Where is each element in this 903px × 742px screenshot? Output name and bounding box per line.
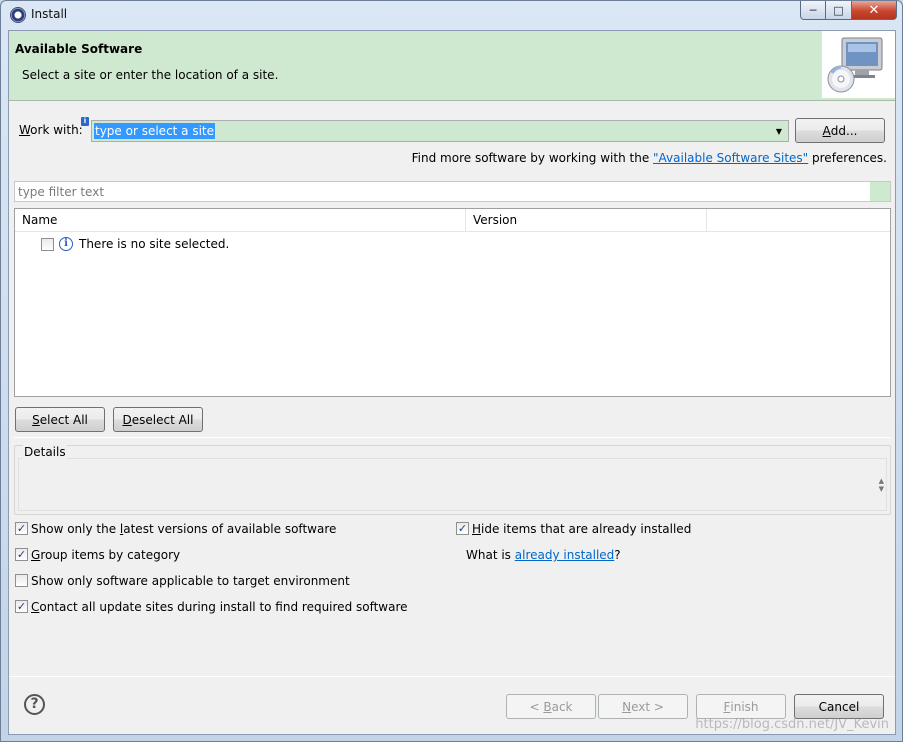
work-with-input[interactable]: type or select a site <box>94 123 216 139</box>
latest-versions-checkbox[interactable]: ✓ <box>15 522 28 535</box>
filter-input[interactable]: type filter text <box>14 181 891 202</box>
row-checkbox[interactable] <box>41 238 54 251</box>
page-title: Available Software <box>15 42 143 56</box>
select-all-mnemonic: S <box>32 412 40 427</box>
install-window: Install ─ □ ✕ Available Software Select … <box>0 0 903 742</box>
table-row[interactable]: i There is no site selected. <box>15 233 890 253</box>
minimize-icon: ─ <box>809 3 817 17</box>
software-table: Name Version i There is no site selected… <box>14 208 891 397</box>
next-label: ext > <box>631 699 664 714</box>
group-by-category-label: Group items by category <box>31 548 180 562</box>
hide-installed-mnemonic: H <box>472 522 482 536</box>
details-group: ▲ ▼ Details <box>14 445 891 515</box>
group-by-category-text: roup items by category <box>40 548 181 562</box>
header-image <box>821 31 895 98</box>
dialog-body: Available Software Select a site or ente… <box>8 30 896 735</box>
work-with-label: Work with: <box>19 123 83 137</box>
close-icon: ✕ <box>868 2 880 18</box>
what-is-question: ? <box>614 548 621 562</box>
watermark: https://blog.csdn.net/JV_Kevin <box>695 717 889 732</box>
window-title: Install <box>31 7 68 21</box>
page-description: Select a site or enter the location of a… <box>22 68 279 82</box>
select-all-label: elect All <box>39 412 88 427</box>
footer-separator <box>9 676 895 677</box>
add-mnemonic: A <box>822 123 831 138</box>
deselect-all-button[interactable]: Deselect All <box>113 407 203 432</box>
latest-versions-text-1: Show only the <box>31 522 120 536</box>
row-label: There is no site selected. <box>79 237 230 251</box>
info-icon: i <box>59 237 73 251</box>
clear-filter-icon[interactable] <box>870 182 890 201</box>
contact-sites-text: ontact all update sites during install t… <box>39 600 408 614</box>
finish-label: inish <box>730 699 759 714</box>
back-label: ack <box>551 699 573 714</box>
hide-installed-checkbox[interactable]: ✓ <box>456 522 469 535</box>
details-label: Details <box>23 445 67 459</box>
column-version[interactable]: Version <box>466 209 707 232</box>
scroll-arrows-icon[interactable]: ▲ ▼ <box>879 477 884 493</box>
cancel-button[interactable]: Cancel <box>794 694 884 719</box>
details-text-area[interactable]: ▲ ▼ <box>18 458 887 511</box>
dropdown-arrow-icon[interactable]: ▼ <box>771 122 787 140</box>
group-by-category-mnemonic: G <box>31 548 41 562</box>
already-installed-link[interactable]: already installed <box>515 548 615 562</box>
what-is-text: What is <box>466 548 515 562</box>
title-bar[interactable]: Install ─ □ ✕ <box>1 1 902 29</box>
maximize-button[interactable]: □ <box>826 1 852 20</box>
more-software-suffix: preferences. <box>808 151 887 165</box>
available-sites-link[interactable]: "Available Software Sites" <box>653 151 808 165</box>
wizard-header: Available Software Select a site or ente… <box>9 31 895 101</box>
hide-installed-label: Hide items that are already installed <box>472 522 691 536</box>
info-icon: i <box>81 117 89 126</box>
finish-mnemonic: F <box>723 699 731 714</box>
latest-versions-text-2: atest versions of available software <box>123 522 337 536</box>
next-button[interactable]: Next > <box>598 694 688 719</box>
deselect-all-label: eselect All <box>131 412 194 427</box>
finish-button[interactable]: Finish <box>696 694 786 719</box>
minimize-button[interactable]: ─ <box>800 1 826 20</box>
what-is-installed: What is already installed? <box>466 548 621 562</box>
back-button[interactable]: < Back <box>506 694 596 719</box>
work-with-mnemonic: W <box>19 123 31 137</box>
contact-sites-checkbox[interactable]: ✓ <box>15 600 28 613</box>
target-environment-label: Show only software applicable to target … <box>31 574 350 588</box>
work-with-label-text: ork with: <box>30 123 83 137</box>
add-label: dd... <box>830 123 858 138</box>
eclipse-icon <box>10 7 26 23</box>
hide-installed-text: ide items that are already installed <box>481 522 692 536</box>
work-with-combo[interactable]: type or select a site ▼ <box>91 120 789 142</box>
back-arrow: < <box>529 699 544 714</box>
latest-versions-label: Show only the latest versions of availab… <box>31 522 336 536</box>
filter-placeholder: type filter text <box>18 185 105 199</box>
target-environment-checkbox[interactable] <box>15 574 28 587</box>
deselect-all-mnemonic: D <box>122 412 132 427</box>
close-button[interactable]: ✕ <box>852 1 897 20</box>
next-mnemonic: N <box>622 699 632 714</box>
more-software-prefix: Find more software by working with the <box>411 151 654 165</box>
group-by-category-checkbox[interactable]: ✓ <box>15 548 28 561</box>
separator <box>14 437 891 438</box>
add-site-button[interactable]: Add... <box>795 118 885 143</box>
more-software-text: Find more software by working with the "… <box>412 151 887 165</box>
contact-sites-label: Contact all update sites during install … <box>31 600 408 614</box>
table-header: Name Version <box>15 209 890 232</box>
column-name[interactable]: Name <box>15 209 466 232</box>
back-mnemonic: B <box>543 699 552 714</box>
select-all-button[interactable]: Select All <box>15 407 105 432</box>
window-controls: ─ □ ✕ <box>800 1 897 20</box>
monitor-cd-icon <box>827 37 883 93</box>
maximize-icon: □ <box>833 3 844 17</box>
help-icon[interactable]: ? <box>24 694 45 715</box>
